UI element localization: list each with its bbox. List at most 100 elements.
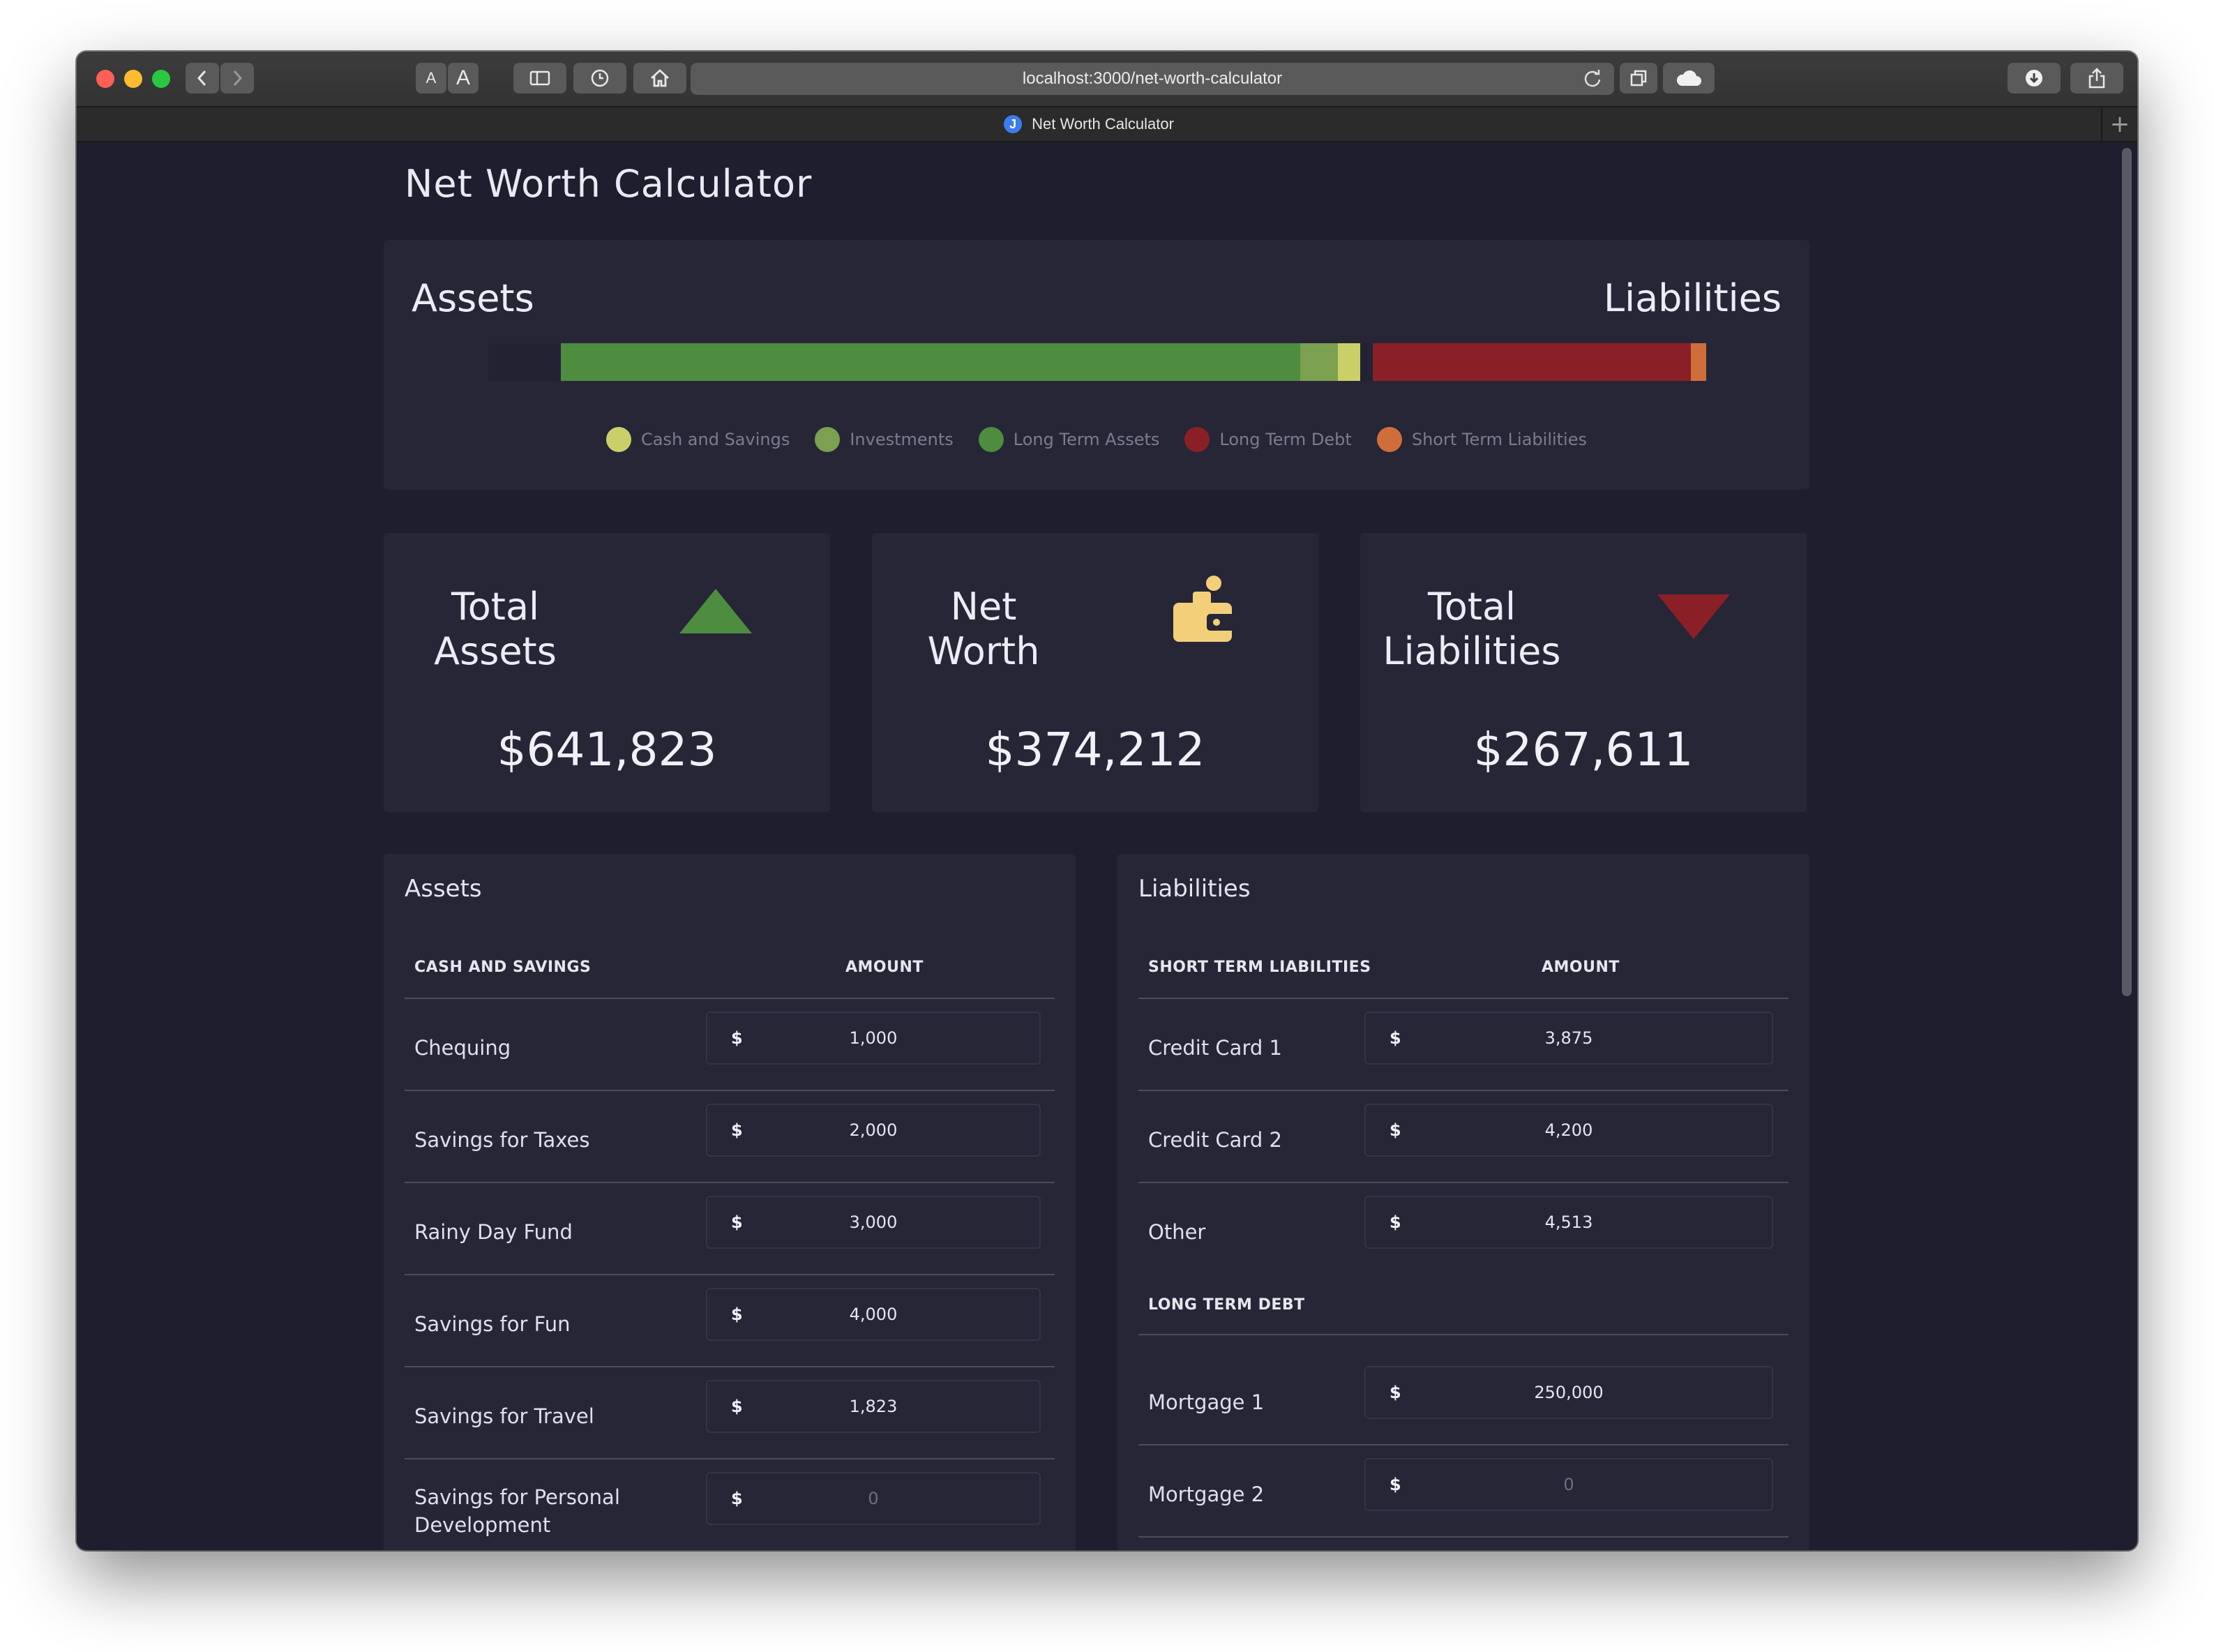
sidebar-button[interactable] [513,63,566,93]
back-button[interactable] [186,63,219,93]
decrease-font-button[interactable]: A [416,63,446,93]
net-worth-card: Net Worth $374,212 [872,533,1318,812]
asset-row-amount-input[interactable]: $2,000 [706,1104,1041,1157]
url-text: localhost:3000/net-worth-calculator [1022,69,1283,88]
asset-row-label: Savings for Travel [414,1404,594,1428]
tab-bar: J Net Worth Calculator + [77,107,2137,142]
reload-icon[interactable] [1582,68,1603,89]
liabilities-table-title: Liabilities [1138,875,1251,903]
stat-value: $374,212 [985,723,1205,776]
asset-row-amount-input[interactable]: $0 [706,1472,1041,1525]
legend-label: Short Term Liabilities [1411,430,1587,449]
header-divider [1138,998,1788,999]
stat-label: Total Liabilities [1383,585,1561,673]
liability-row-amount-input[interactable]: $250,000 [1364,1366,1773,1419]
amount-value: 4,000 [849,1305,898,1324]
clock-icon [591,69,609,87]
amount-value: 250,000 [1534,1383,1604,1402]
history-button[interactable] [573,63,626,93]
home-button[interactable] [633,63,686,93]
bar-segment-cash-and-savings [1337,343,1360,381]
legend-swatch [815,427,841,452]
amount-value: 1,823 [849,1397,898,1416]
asset-row-amount-input[interactable]: $4,000 [706,1288,1041,1341]
amount-value: 4,513 [1544,1212,1593,1232]
download-icon [2026,70,2042,87]
liability-row-label: Credit Card 1 [1148,1036,1282,1060]
row-divider [1138,1444,1788,1446]
liability-row-label: Credit Card 2 [1148,1128,1282,1152]
stat-value: $641,823 [497,723,717,776]
liability-row-label: Mortgage 1 [1148,1390,1265,1414]
asset-row-label: Rainy Day Fund [414,1220,573,1244]
page-title: Net Worth Calculator [405,162,813,206]
sidebar-icon [529,70,550,86]
row-divider [405,1458,1055,1459]
share-button[interactable] [2070,63,2123,93]
column-header-amount: AMOUNT [845,959,924,976]
liability-row-amount-input[interactable]: $0 [1364,1458,1773,1511]
legend-label: Cash and Savings [640,430,790,449]
minimize-window-button[interactable] [124,70,142,88]
amount-value: 0 [1563,1475,1574,1494]
browser-toolbar: A A localhost:3000/net-worth-calculator [77,52,2137,107]
summary-bar-card: Assets Liabilities Cash and Savings Inves… [384,240,1809,490]
scrollbar[interactable] [2122,148,2132,996]
legend-item: Short Term Liabilities [1376,427,1587,452]
stat-label: Net Worth [927,585,1040,673]
legend-swatch [1376,427,1402,452]
asset-row-amount-input[interactable]: $3,000 [706,1196,1041,1249]
wallet-icon [1173,576,1235,642]
page-content: Net Worth Calculator Assets Liabilities … [77,142,2137,1550]
favicon-icon: J [1004,115,1023,133]
chevron-left-icon [197,70,206,87]
new-tab-button[interactable]: + [2101,107,2137,141]
column-header-amount: AMOUNT [1542,959,1620,976]
liability-row-amount-input[interactable]: $4,200 [1364,1104,1773,1157]
close-window-button[interactable] [96,70,114,88]
browser-window: A A localhost:3000/net-worth-calculator [77,52,2137,1550]
row-divider [405,1182,1055,1183]
legend-label: Investments [850,430,954,449]
legend-swatch [605,427,631,452]
address-bar[interactable]: localhost:3000/net-worth-calculator [691,63,1614,95]
zoom-window-button[interactable] [152,70,170,88]
assets-table-title: Assets [405,875,482,903]
header-divider [405,998,1055,999]
stat-label: Total Assets [434,585,557,673]
amount-value: 2,000 [849,1120,898,1140]
chart-legend: Cash and Savings Investments Long Term Ass… [384,427,1809,452]
liability-row-label: Other [1148,1220,1206,1244]
asset-row-amount-input[interactable]: $1,000 [706,1012,1041,1065]
bar-segment-long-term-assets [561,343,1301,381]
amount-value: 3,875 [1544,1028,1593,1048]
legend-item: Long Term Assets [978,427,1160,452]
tab-active[interactable]: J Net Worth Calculator [77,107,2101,141]
liability-row-label: Mortgage 2 [1148,1482,1265,1506]
legend-label: Long Term Assets [1013,430,1160,449]
row-divider [1138,1090,1788,1091]
assets-table-card: Assets CASH AND SAVINGS AMOUNT Chequing $… [384,854,1076,1550]
section-header-long-term-debt: LONG TERM DEBT [1148,1296,1305,1314]
liabilities-table-card: Liabilities SHORT TERM LIABILITIES AMOUN… [1117,854,1809,1550]
amount-value: 0 [868,1489,879,1508]
downloads-button[interactable] [2008,63,2061,93]
liability-row-amount-input[interactable]: $3,875 [1364,1012,1773,1065]
amount-value: 3,000 [849,1212,898,1232]
increase-font-button[interactable]: A [448,63,479,93]
column-header-category: CASH AND SAVINGS [414,959,592,976]
asset-row-label: Savings for Fun [414,1312,571,1336]
icloud-button[interactable] [1663,63,1715,93]
chevron-right-icon [233,70,243,87]
tabs-icon [1630,70,1647,87]
total-assets-card: Total Assets $641,823 [384,533,830,812]
row-divider [1138,1182,1788,1183]
row-divider [405,1274,1055,1275]
asset-row-amount-input[interactable]: $1,823 [706,1380,1041,1433]
forward-button[interactable] [220,63,254,93]
tab-overview-button[interactable] [1620,63,1657,93]
liability-row-amount-input[interactable]: $4,513 [1364,1196,1773,1249]
home-icon [651,69,669,87]
legend-item: Investments [815,427,954,452]
total-liabilities-card: Total Liabilities $267,611 [1360,533,1807,812]
